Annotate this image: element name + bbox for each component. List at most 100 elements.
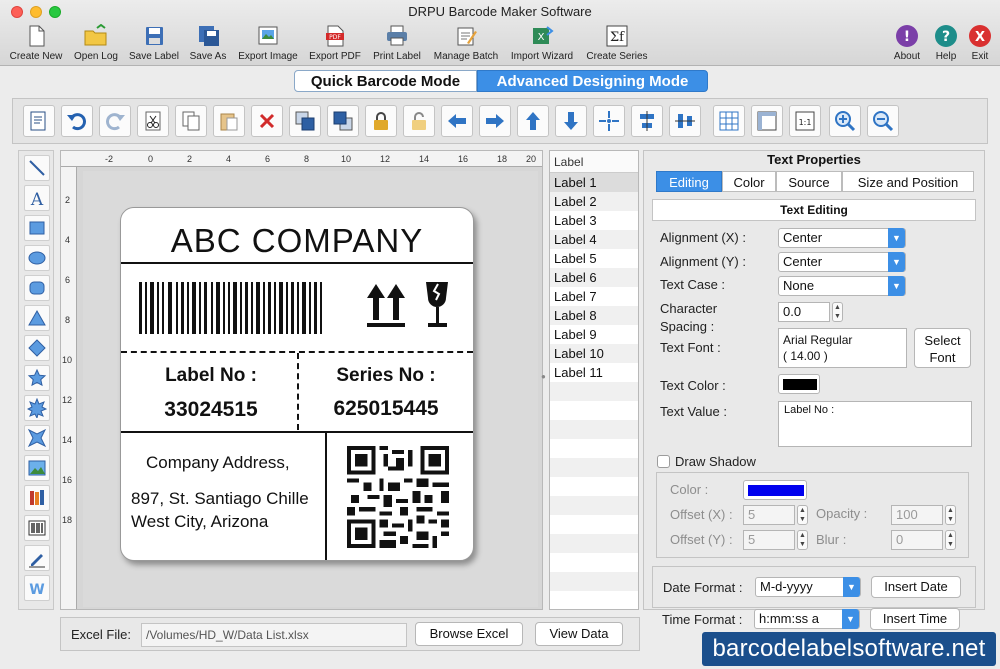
offset-y-input[interactable]: 5: [743, 530, 795, 550]
save-as-button[interactable]: Save As: [186, 24, 230, 64]
label-list-item[interactable]: Label 6: [550, 268, 638, 287]
barcode-tool[interactable]: [24, 515, 50, 541]
create-new-button[interactable]: Create New: [6, 24, 66, 64]
signature-tool[interactable]: [24, 545, 50, 571]
insert-time-button[interactable]: Insert Time: [870, 608, 960, 630]
label-list-item[interactable]: Label 10: [550, 344, 638, 363]
exit-button[interactable]: X Exit: [964, 24, 996, 64]
view-data-button[interactable]: View Data: [535, 622, 623, 646]
move-down-button[interactable]: [555, 105, 587, 137]
character-spacing-stepper[interactable]: ▲ ▼: [832, 302, 843, 322]
label-list-item[interactable]: Label 4: [550, 230, 638, 249]
text-color-well[interactable]: [778, 374, 820, 394]
label-no-caption[interactable]: Label No :: [131, 365, 291, 387]
select-font-button[interactable]: Select Font: [914, 328, 971, 368]
label-list-item[interactable]: Label 9: [550, 325, 638, 344]
help-button[interactable]: ? Help: [930, 24, 962, 64]
text-value-textarea[interactable]: Label No :: [778, 401, 972, 447]
align-horizontal-button[interactable]: [669, 105, 701, 137]
browse-excel-button[interactable]: Browse Excel: [415, 622, 523, 646]
alignment-x-select[interactable]: Center ▼: [778, 228, 906, 248]
watermark-tool[interactable]: W: [24, 575, 50, 601]
address-caption[interactable]: Company Address,: [146, 451, 290, 474]
label-list-item[interactable]: Label 2: [550, 192, 638, 211]
sparkle-shape-tool[interactable]: [24, 425, 50, 451]
shadow-color-well[interactable]: [743, 480, 807, 500]
opacity-stepper[interactable]: ▲ ▼: [945, 505, 956, 525]
quick-barcode-mode-tab[interactable]: Quick Barcode Mode: [294, 70, 477, 92]
text-tool[interactable]: A: [24, 185, 50, 211]
offset-x-input[interactable]: 5: [743, 505, 795, 525]
diamond-tool[interactable]: [24, 335, 50, 361]
alignment-y-select[interactable]: Center ▼: [778, 252, 906, 272]
properties-tool-button[interactable]: [23, 105, 55, 137]
address-line-1[interactable]: 897, St. Santiago Chille: [131, 487, 309, 510]
label-list-item[interactable]: Label 7: [550, 287, 638, 306]
export-image-button[interactable]: Export Image: [234, 24, 302, 64]
burst-tool[interactable]: [24, 395, 50, 421]
manage-batch-button[interactable]: Manage Batch: [430, 24, 502, 64]
undo-button[interactable]: [61, 105, 93, 137]
ellipse-tool[interactable]: [24, 245, 50, 271]
ruler-button[interactable]: [751, 105, 783, 137]
center-button[interactable]: [593, 105, 625, 137]
date-format-select[interactable]: M-d-yyyy ▼: [755, 577, 861, 597]
line-tool[interactable]: [24, 155, 50, 181]
grid-button[interactable]: [713, 105, 745, 137]
label-list-item[interactable]: Label 1: [550, 173, 638, 192]
actual-size-button[interactable]: 1:1: [789, 105, 821, 137]
draw-shadow-checkbox[interactable]: [657, 455, 670, 468]
move-right-button[interactable]: [479, 105, 511, 137]
paste-button[interactable]: [213, 105, 245, 137]
offset-x-stepper[interactable]: ▲ ▼: [797, 505, 808, 525]
rounded-rectangle-tool[interactable]: [24, 275, 50, 301]
panel-splitter-handle[interactable]: ●: [541, 372, 547, 381]
qr-code-image[interactable]: [347, 446, 449, 548]
offset-y-stepper[interactable]: ▲ ▼: [797, 530, 808, 550]
copy-button[interactable]: [175, 105, 207, 137]
cut-button[interactable]: [137, 105, 169, 137]
zoom-in-button[interactable]: [829, 105, 861, 137]
move-left-button[interactable]: [441, 105, 473, 137]
time-format-select[interactable]: h:mm:ss a ▼: [754, 609, 860, 629]
move-up-button[interactable]: [517, 105, 549, 137]
open-log-button[interactable]: Open Log: [70, 24, 122, 64]
insert-date-button[interactable]: Insert Date: [871, 576, 961, 598]
unlock-button[interactable]: [403, 105, 435, 137]
zoom-out-button[interactable]: [867, 105, 899, 137]
bring-front-button[interactable]: [289, 105, 321, 137]
align-vertical-button[interactable]: [631, 105, 663, 137]
label-no-value[interactable]: 33024515: [131, 398, 291, 422]
advanced-designing-mode-tab[interactable]: Advanced Designing Mode: [477, 70, 708, 92]
rectangle-tool[interactable]: [24, 215, 50, 241]
blur-input[interactable]: 0: [891, 530, 943, 550]
save-label-button[interactable]: Save Label: [126, 24, 182, 64]
delete-button[interactable]: [251, 105, 283, 137]
about-button[interactable]: ! About: [888, 24, 926, 64]
label-list-item[interactable]: Label 5: [550, 249, 638, 268]
blur-stepper[interactable]: ▲ ▼: [945, 530, 956, 550]
series-no-caption[interactable]: Series No :: [305, 365, 467, 387]
lock-button[interactable]: [365, 105, 397, 137]
series-no-value[interactable]: 625015445: [305, 397, 467, 421]
import-wizard-button[interactable]: X Import Wizard: [506, 24, 578, 64]
send-back-button[interactable]: [327, 105, 359, 137]
text-case-select[interactable]: None ▼: [778, 276, 906, 296]
tab-size-and-position[interactable]: Size and Position: [842, 171, 974, 192]
triangle-tool[interactable]: [24, 305, 50, 331]
redo-button[interactable]: [99, 105, 131, 137]
library-tool[interactable]: [24, 485, 50, 511]
export-pdf-button[interactable]: PDF Export PDF: [306, 24, 364, 64]
label-list-header[interactable]: Label: [550, 151, 638, 173]
address-line-2[interactable]: West City, Arizona: [131, 510, 268, 533]
opacity-input[interactable]: 100: [891, 505, 943, 525]
tab-source[interactable]: Source: [776, 171, 842, 192]
company-name-text[interactable]: ABC COMPANY: [121, 222, 473, 260]
print-label-button[interactable]: Print Label: [368, 24, 426, 64]
tab-color[interactable]: Color: [722, 171, 776, 192]
tab-editing[interactable]: Editing: [656, 171, 722, 192]
excel-file-path-field[interactable]: /Volumes/HD_W/Data List.xlsx: [141, 623, 407, 647]
label-list-item[interactable]: Label 3: [550, 211, 638, 230]
image-tool[interactable]: [24, 455, 50, 481]
create-series-button[interactable]: Σf Create Series: [582, 24, 652, 64]
